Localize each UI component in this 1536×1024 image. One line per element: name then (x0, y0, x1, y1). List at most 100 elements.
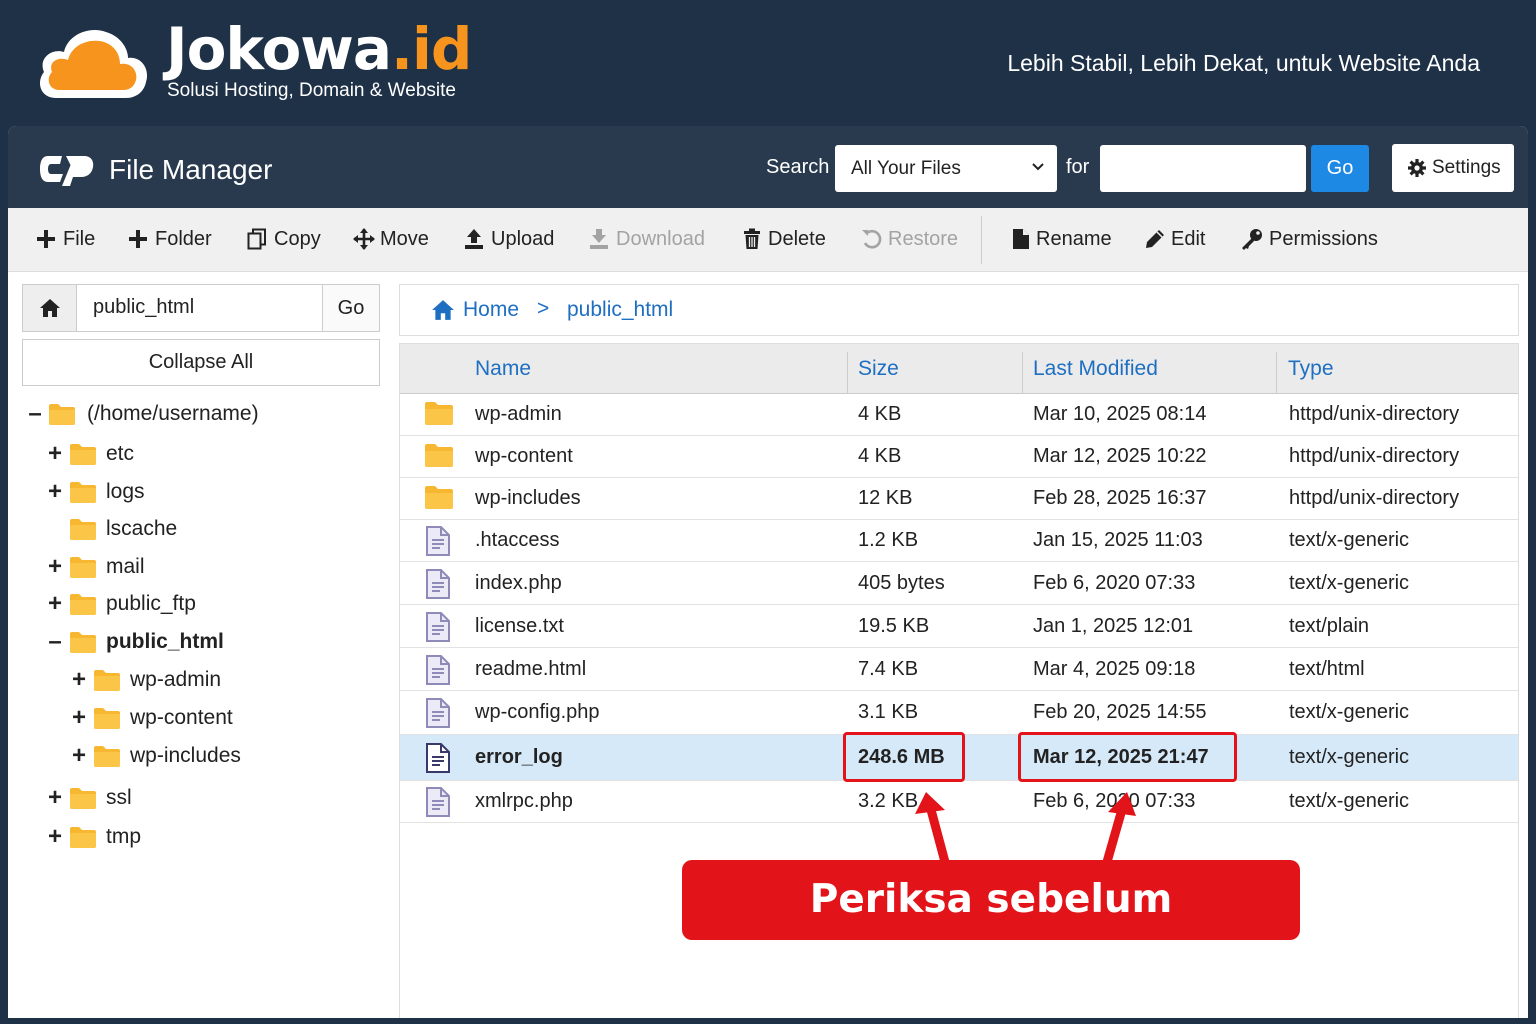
folder-icon (70, 594, 96, 615)
tree-node-tmp[interactable]: + tmp (8, 822, 378, 852)
file-name[interactable]: wp-config.php (475, 701, 600, 724)
file-name[interactable]: wp-includes (475, 487, 581, 510)
tree-node-etc[interactable]: + etc (8, 439, 378, 469)
brand-subtitle: Solusi Hosting, Domain & Website (167, 80, 456, 101)
tree-node-wp-includes[interactable]: + wp-includes (8, 741, 378, 771)
folder-icon (70, 632, 96, 653)
brand-tagline: Lebih Stabil, Lebih Dekat, untuk Website… (1007, 50, 1480, 76)
table-row[interactable]: index.php 405 bytes Feb 6, 2020 07:33 text/… (400, 562, 1518, 605)
path-home-button[interactable] (23, 285, 77, 331)
file-name[interactable]: readme.html (475, 658, 586, 681)
file-name[interactable]: error_log (475, 746, 563, 769)
file-size: 19.5 KB (858, 615, 930, 637)
file-name[interactable]: index.php (475, 572, 562, 595)
settings-button[interactable]: Settings (1392, 144, 1514, 192)
tree-toggle-expand[interactable]: + (46, 552, 64, 582)
table-row[interactable]: wp-includes 12 KB Feb 28, 2025 16:37 httpd/… (400, 478, 1518, 520)
file-name[interactable]: .htaccess (475, 529, 559, 552)
table-row[interactable]: wp-config.php 3.1 KB Feb 20, 2025 14:55 tex… (400, 691, 1518, 735)
tree-node-label: tmp (106, 825, 142, 848)
tree-node-mail[interactable]: + mail (8, 552, 378, 582)
search-go-button[interactable]: Go (1311, 145, 1369, 192)
folder-icon (94, 746, 120, 767)
column-header-last-modified[interactable]: Last Modified (1033, 344, 1158, 394)
file-size: 4 KB (858, 403, 902, 425)
tree-node-ssl[interactable]: + ssl (8, 783, 378, 813)
file-name[interactable]: license.txt (475, 615, 564, 638)
tree-toggle-expand[interactable]: + (46, 589, 64, 619)
tree-toggle-expand[interactable]: + (46, 439, 64, 469)
tree-node-label: public_html (106, 630, 224, 653)
tree-node-home-username[interactable]: – (/home/username) (8, 399, 378, 429)
column-header-name[interactable]: Name (475, 344, 531, 394)
copy-label: Copy (274, 228, 321, 250)
tree-toggle-expand[interactable]: + (46, 477, 64, 507)
settings-label: Settings (1432, 157, 1501, 178)
file-type: text/plain (1289, 615, 1370, 637)
table-row[interactable]: readme.html 7.4 KB Mar 4, 2025 09:18 text/h… (400, 648, 1518, 691)
table-row[interactable]: .htaccess 1.2 KB Jan 15, 2025 11:03 text/x-… (400, 520, 1518, 562)
folder-icon (425, 402, 453, 425)
tree-toggle-expand[interactable]: + (46, 783, 64, 813)
file-icon (426, 612, 450, 642)
file-name[interactable]: xmlrpc.php (475, 790, 573, 813)
tree-toggle-expand[interactable]: + (70, 703, 88, 733)
file-name[interactable]: wp-admin (475, 403, 562, 426)
breadcrumb-home-link[interactable]: Home (463, 298, 519, 322)
tree-node-label: wp-includes (130, 744, 241, 767)
search-scope-select[interactable]: All Your Files (835, 145, 1057, 192)
chevron-down-icon (1032, 163, 1044, 171)
table-row[interactable]: wp-admin 4 KB Mar 10, 2025 08:14 httpd/unix… (400, 394, 1518, 436)
column-header-size[interactable]: Size (858, 344, 899, 394)
cloud-logo-icon (40, 30, 148, 98)
tree-node-wp-admin[interactable]: + wp-admin (8, 665, 378, 695)
tree-toggle-expand[interactable]: + (70, 665, 88, 695)
file-last-modified: Jan 15, 2025 11:03 (1033, 529, 1203, 551)
gear-icon (1408, 159, 1426, 177)
column-divider (847, 352, 848, 394)
folder-icon (70, 444, 96, 465)
tree-node-label: mail (106, 555, 145, 578)
folder-icon (70, 557, 96, 578)
tree-node-wp-content[interactable]: + wp-content (8, 703, 378, 733)
tree-toggle-expand[interactable]: + (70, 741, 88, 771)
collapse-all-button[interactable]: Collapse All (22, 339, 380, 386)
file-last-modified: Feb 20, 2025 14:55 (1033, 701, 1207, 723)
file-icon (426, 743, 450, 773)
table-row[interactable]: license.txt 19.5 KB Jan 1, 2025 12:01 text/… (400, 605, 1518, 648)
file-type: httpd/unix-directory (1289, 445, 1460, 467)
trash-icon (744, 228, 760, 249)
tree-node-public_ftp[interactable]: + public_ftp (8, 589, 378, 619)
path-go-button[interactable]: Go (322, 285, 379, 331)
breadcrumb-current-link[interactable]: public_html (567, 298, 673, 322)
cpanel-logo-icon (40, 156, 94, 186)
folder-icon (425, 486, 453, 509)
search-input[interactable] (1100, 145, 1306, 192)
file-icon (1013, 229, 1029, 249)
brand-name: Jokowa.id (166, 15, 472, 83)
file-last-modified: Mar 12, 2025 10:22 (1033, 445, 1207, 467)
warning-callout: Periksa sebelum menghapus (682, 860, 1300, 1002)
file-size: 405 bytes (858, 572, 945, 594)
path-input[interactable]: public_html (93, 296, 194, 319)
table-row[interactable]: wp-content 4 KB Mar 12, 2025 10:22 httpd/un… (400, 436, 1518, 478)
home-icon (40, 299, 60, 317)
tree-toggle-collapse[interactable]: – (46, 627, 64, 657)
column-header-type[interactable]: Type (1288, 344, 1334, 394)
folder-icon (70, 788, 96, 809)
tree-node-lscache[interactable]: lscache (8, 514, 378, 544)
callout-arrows (915, 792, 1136, 864)
tree-node-logs[interactable]: + logs (8, 477, 378, 507)
file-name[interactable]: wp-content (475, 445, 573, 468)
tree-toggle-expand[interactable]: + (46, 822, 64, 852)
file-size: 4 KB (858, 445, 902, 467)
tree-node-public_html[interactable]: – public_html (8, 627, 378, 657)
file-manager-window: File Manager Search All Your Files for G… (8, 126, 1528, 1018)
file-icon (426, 655, 450, 685)
tree-toggle-collapse[interactable]: – (26, 399, 44, 429)
file-type: text/x-generic (1289, 746, 1410, 768)
tree-node-label: etc (106, 442, 135, 465)
upload-label: Upload (491, 228, 555, 250)
app-title: File Manager (109, 154, 273, 185)
new-folder-label: Folder (155, 228, 212, 250)
